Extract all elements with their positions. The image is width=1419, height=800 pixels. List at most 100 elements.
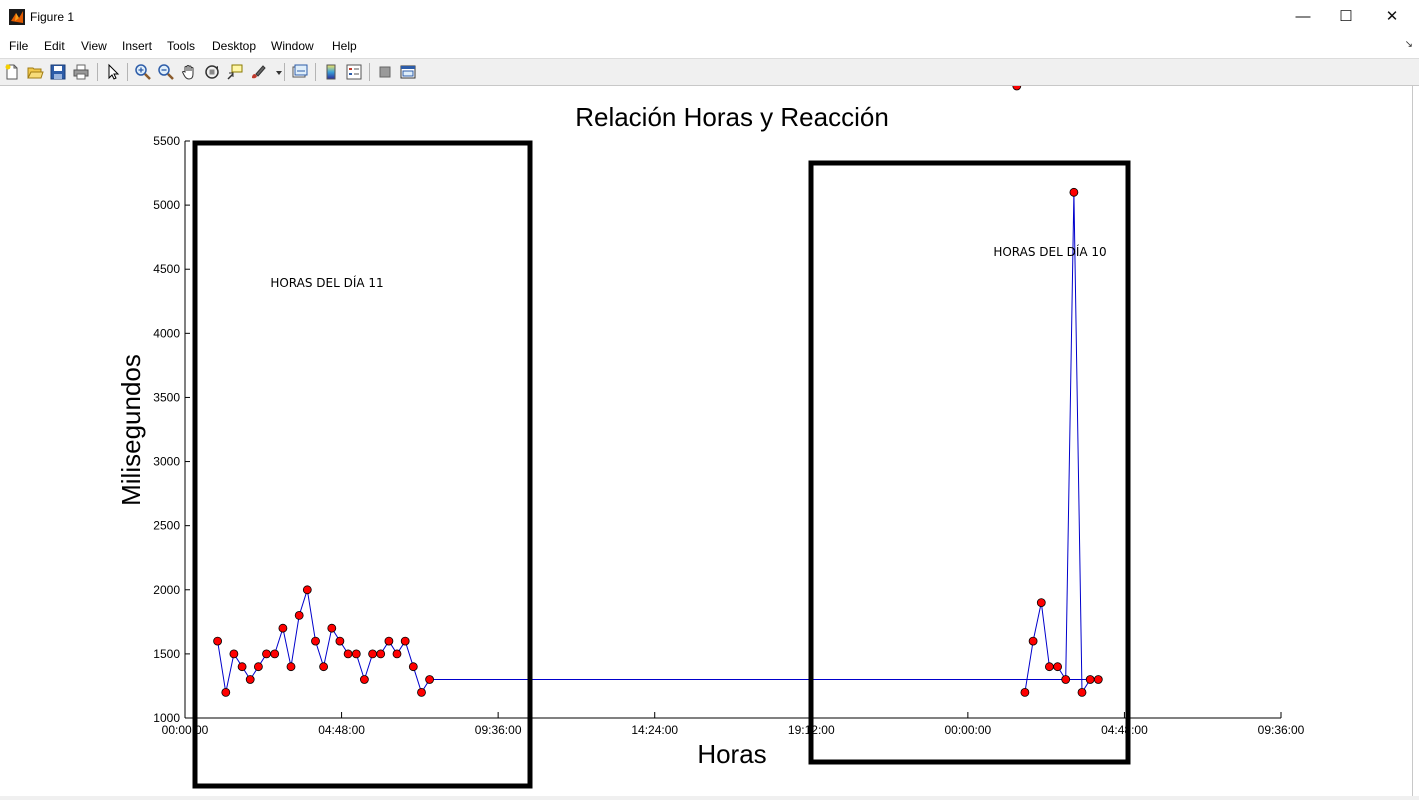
- y-tick-label: 3000: [153, 455, 180, 469]
- y-tick-label: 5000: [153, 198, 180, 212]
- brush-dropdown-arrow-icon[interactable]: [270, 63, 282, 81]
- data-point-marker[interactable]: [237, 662, 247, 672]
- highlight-box-day-11: [192, 140, 533, 789]
- data-point-marker[interactable]: [1085, 675, 1095, 684]
- rotate-3d-icon[interactable]: [203, 63, 221, 81]
- annotation-day-11: HORAS DEL DÍA 11: [270, 275, 383, 290]
- y-tick-label: 4500: [153, 262, 180, 276]
- data-point-marker[interactable]: [335, 636, 345, 646]
- toolbar-separator: [127, 63, 128, 81]
- data-point-marker[interactable]: [417, 688, 426, 697]
- data-series: [213, 86, 1103, 697]
- figure-toolbar: [0, 58, 1419, 86]
- menu-window[interactable]: Window: [271, 39, 314, 53]
- figure-canvas: 1000 1500 2000 2500 3000 3500 4000 4500 5000 5500…: [0, 86, 1413, 796]
- pan-icon[interactable]: [180, 63, 198, 81]
- window-titlebar: Figure 1 — ☐ ✕: [0, 0, 1419, 34]
- x-tick-label: 00:00:00: [162, 723, 209, 737]
- data-point-marker[interactable]: [270, 649, 280, 659]
- data-point-marker[interactable]: [392, 649, 402, 659]
- dock-arrow-icon[interactable]: ↘: [1405, 39, 1413, 50]
- data-point-marker[interactable]: [213, 636, 223, 646]
- show-plot-tools-icon[interactable]: [399, 63, 417, 81]
- data-cursor-icon[interactable]: [226, 63, 244, 81]
- data-point-marker[interactable]: [253, 662, 263, 672]
- toolbar-separator: [284, 63, 285, 81]
- x-tick-label: 00:00:00: [944, 723, 991, 737]
- x-tick-group: 00:00:00 04:48:00 09:36:00 14:24:00 19:12:00…: [162, 712, 1305, 737]
- data-point-marker[interactable]: [359, 675, 369, 684]
- data-point-marker[interactable]: [286, 662, 296, 672]
- data-point-marker[interactable]: [327, 623, 337, 633]
- menu-insert[interactable]: Insert: [122, 39, 152, 53]
- matlab-logo-icon: [9, 9, 25, 25]
- minimize-button[interactable]: —: [1280, 0, 1326, 34]
- y-axis-label: Milisegundos: [116, 354, 146, 506]
- data-point-marker[interactable]: [1012, 86, 1022, 91]
- data-point-marker[interactable]: [294, 611, 304, 620]
- data-point-marker[interactable]: [1045, 662, 1054, 672]
- toolbar-separator: [97, 63, 98, 81]
- menu-desktop[interactable]: Desktop: [212, 39, 256, 53]
- data-point-marker[interactable]: [1028, 636, 1038, 646]
- data-point-marker[interactable]: [1036, 598, 1046, 607]
- toolbar-separator: [369, 63, 370, 81]
- print-icon[interactable]: [72, 63, 90, 81]
- y-tick-label: 1500: [153, 647, 180, 661]
- y-tick-label: 3500: [153, 390, 180, 404]
- close-button[interactable]: ✕: [1369, 0, 1415, 34]
- y-tick-label: 4000: [153, 326, 180, 340]
- data-point-marker[interactable]: [302, 585, 312, 595]
- data-point-marker[interactable]: [1061, 675, 1071, 684]
- x-tick-label: 09:36:00: [1258, 723, 1305, 737]
- data-point-marker[interactable]: [1093, 675, 1103, 684]
- brush-icon[interactable]: [249, 63, 267, 81]
- colorbar-icon[interactable]: [322, 63, 340, 81]
- data-point-marker[interactable]: [229, 649, 239, 659]
- data-point-marker[interactable]: [278, 623, 288, 633]
- x-tick-label: 04:48:00: [1101, 723, 1148, 737]
- data-point-marker[interactable]: [245, 675, 255, 684]
- menu-help[interactable]: Help: [332, 39, 357, 53]
- zoom-out-icon[interactable]: [157, 63, 175, 81]
- window-title: Figure 1: [30, 10, 75, 24]
- save-icon[interactable]: [49, 63, 67, 81]
- data-point-marker[interactable]: [262, 649, 271, 659]
- data-point-marker[interactable]: [343, 649, 353, 659]
- legend-icon[interactable]: [345, 63, 363, 81]
- data-point-marker[interactable]: [1020, 688, 1030, 697]
- series-line: [217, 192, 1099, 695]
- y-tick-label: 2000: [153, 583, 180, 597]
- data-point-marker[interactable]: [1077, 688, 1087, 697]
- link-plot-icon[interactable]: [291, 63, 309, 81]
- data-point-marker[interactable]: [400, 636, 410, 646]
- data-point-marker[interactable]: [384, 636, 394, 646]
- y-tick-label: 2500: [153, 519, 180, 533]
- menu-tools[interactable]: Tools: [167, 39, 195, 53]
- menu-bar: File Edit View Insert Tools Desktop Wind…: [0, 35, 1419, 57]
- data-point-marker[interactable]: [351, 649, 361, 659]
- toolbar-separator: [315, 63, 316, 81]
- data-point-marker[interactable]: [319, 662, 329, 672]
- chart-title: Relación Horas y Reacción: [575, 102, 889, 132]
- line-chart: 1000150020002500300035004000450050005500…: [116, 86, 1305, 789]
- annotation-day-10: HORAS DEL DÍA 10: [993, 244, 1106, 259]
- data-point-marker[interactable]: [408, 662, 418, 672]
- menu-view[interactable]: View: [81, 39, 107, 53]
- menu-file[interactable]: File: [9, 39, 28, 53]
- x-tick-label: 04:48:00: [318, 723, 365, 737]
- data-point-marker[interactable]: [376, 649, 386, 659]
- maximize-button[interactable]: ☐: [1323, 0, 1369, 34]
- pointer-icon[interactable]: [104, 63, 122, 81]
- menu-edit[interactable]: Edit: [44, 39, 65, 53]
- zoom-in-icon[interactable]: [134, 63, 152, 81]
- open-file-icon[interactable]: [26, 63, 44, 81]
- new-figure-icon[interactable]: [3, 63, 21, 81]
- data-point-marker[interactable]: [368, 649, 378, 659]
- data-point-marker[interactable]: [221, 688, 231, 697]
- data-point-marker[interactable]: [1069, 187, 1079, 197]
- data-point-marker[interactable]: [311, 636, 320, 646]
- data-point-marker[interactable]: [425, 675, 435, 684]
- data-point-marker[interactable]: [1053, 662, 1062, 672]
- hide-plot-tools-icon[interactable]: [376, 63, 394, 81]
